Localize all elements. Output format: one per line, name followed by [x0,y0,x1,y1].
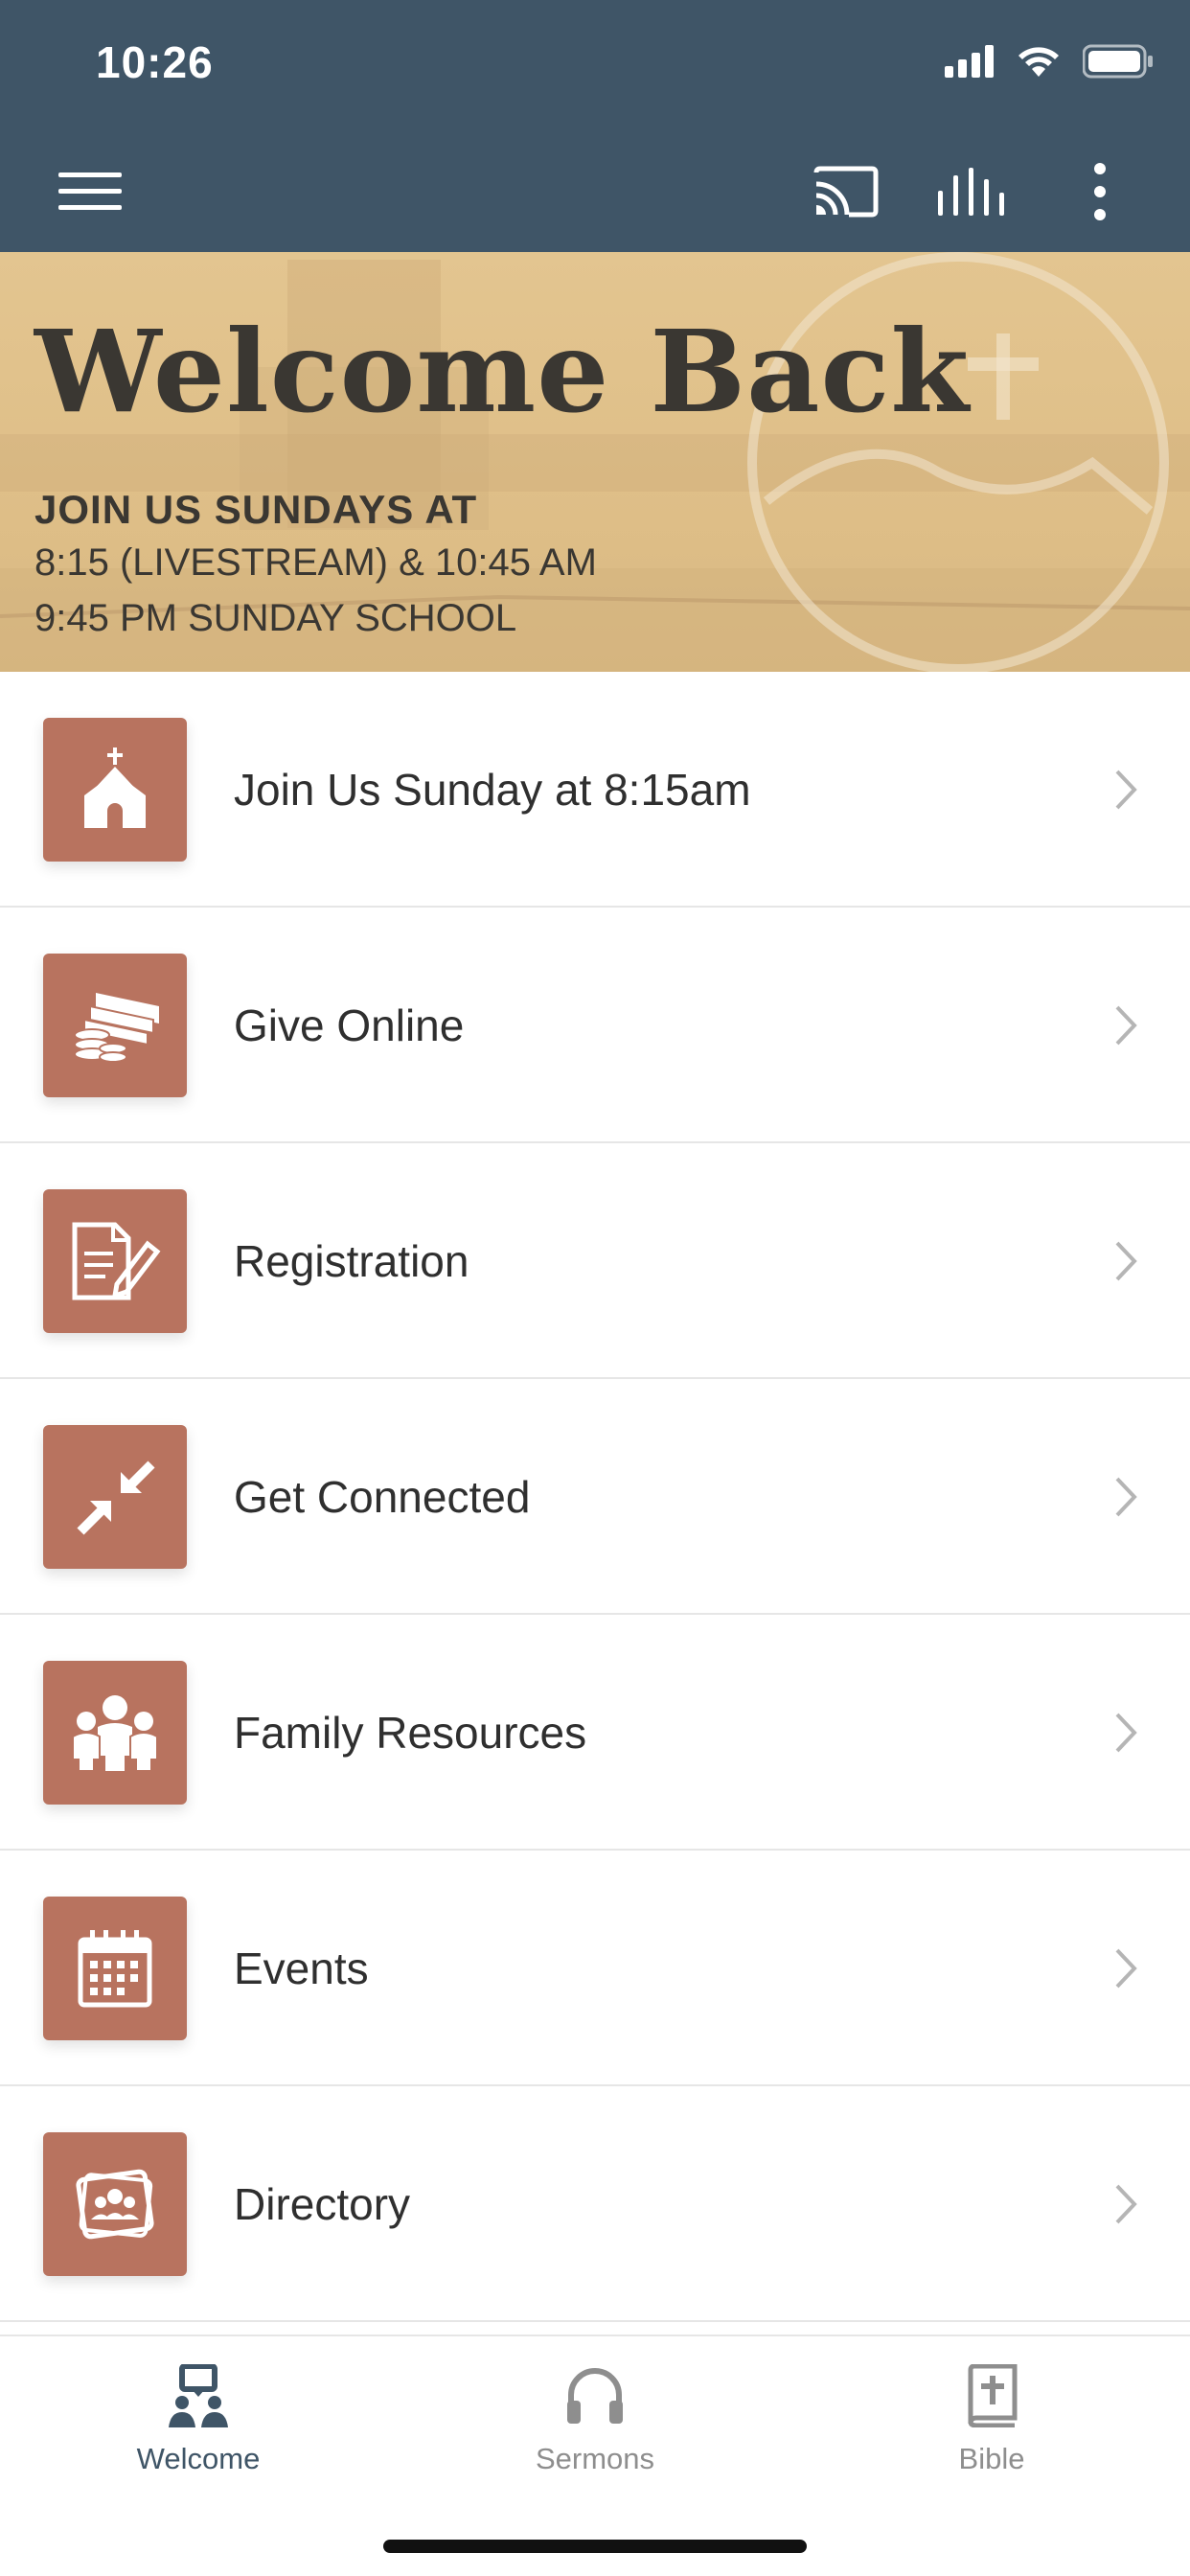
menu-icon[interactable] [46,144,134,240]
chevron-right-icon [1115,1948,1137,1989]
menu-item-label: Events [234,1944,369,1993]
menu-item-family-resources[interactable]: Family Resources [0,1615,1190,1851]
menu-item-label: Directory [234,2179,411,2229]
menu-item-get-connected[interactable]: Get Connected [0,1379,1190,1615]
chevron-right-icon [1115,2184,1137,2224]
menu-item-give-online[interactable]: Give Online [0,908,1190,1143]
chevron-right-icon [1115,1713,1137,1753]
welcome-title: Welcome Back [34,305,971,438]
tab-sermons[interactable]: Sermons [397,2336,793,2499]
menu-item-label: Give Online [234,1000,465,1050]
status-bar: 10:26 [0,0,1190,134]
money-icon [43,954,187,1097]
cast-icon[interactable] [803,144,889,240]
compress-arrows-icon [43,1425,187,1569]
app-top-bar: 10:26 [0,0,1190,252]
menu-item-events[interactable]: Events [0,1851,1190,2086]
welcome-icon [169,2358,228,2434]
tab-label: Bible [958,2442,1025,2475]
photo-directory-icon [43,2132,187,2276]
menu-item-label: Get Connected [234,1472,531,1522]
form-edit-icon [43,1189,187,1333]
signal-icon [945,45,995,82]
menu-item-registration[interactable]: Registration [0,1143,1190,1379]
toolbar [0,144,1190,252]
tab-label: Sermons [535,2442,655,2475]
menu-item-label: Family Resources [234,1708,587,1758]
tab-label: Welcome [136,2442,261,2475]
more-vertical-icon[interactable] [1071,144,1129,240]
status-icons [945,44,1154,83]
tab-bible[interactable]: Bible [793,2336,1190,2499]
chevron-right-icon [1115,770,1137,810]
menu-item-directory[interactable]: Directory [0,2086,1190,2322]
menu-item-join-sunday[interactable]: Join Us Sunday at 8:15am [0,672,1190,908]
service-times-heading: JOIN US SUNDAYS AT [34,487,478,532]
wifi-icon [1016,44,1062,83]
status-time: 10:26 [96,37,214,87]
home-indicator [383,2540,807,2553]
welcome-banner: Welcome Back JOIN US SUNDAYS AT 8:15 (LI… [0,252,1190,672]
sunday-school-line: 9:45 PM SUNDAY SCHOOL [34,597,517,639]
menu-item-label: Join Us Sunday at 8:15am [234,765,751,815]
menu-list: Join Us Sunday at 8:15am Give Online Reg… [0,672,1190,2322]
chevron-right-icon [1115,1477,1137,1517]
tab-welcome[interactable]: Welcome [0,2336,397,2499]
battery-icon [1082,44,1154,83]
chevron-right-icon [1115,1241,1137,1281]
headphones-icon [565,2358,625,2434]
service-times-line: 8:15 (LIVESTREAM) & 10:45 AM [34,541,597,584]
chevron-right-icon [1115,1005,1137,1046]
menu-item-label: Registration [234,1236,469,1286]
calendar-icon [43,1897,187,2040]
bible-icon [965,2358,1018,2434]
church-icon [43,718,187,862]
family-icon [43,1661,187,1805]
audio-bars-icon[interactable] [927,144,1014,240]
